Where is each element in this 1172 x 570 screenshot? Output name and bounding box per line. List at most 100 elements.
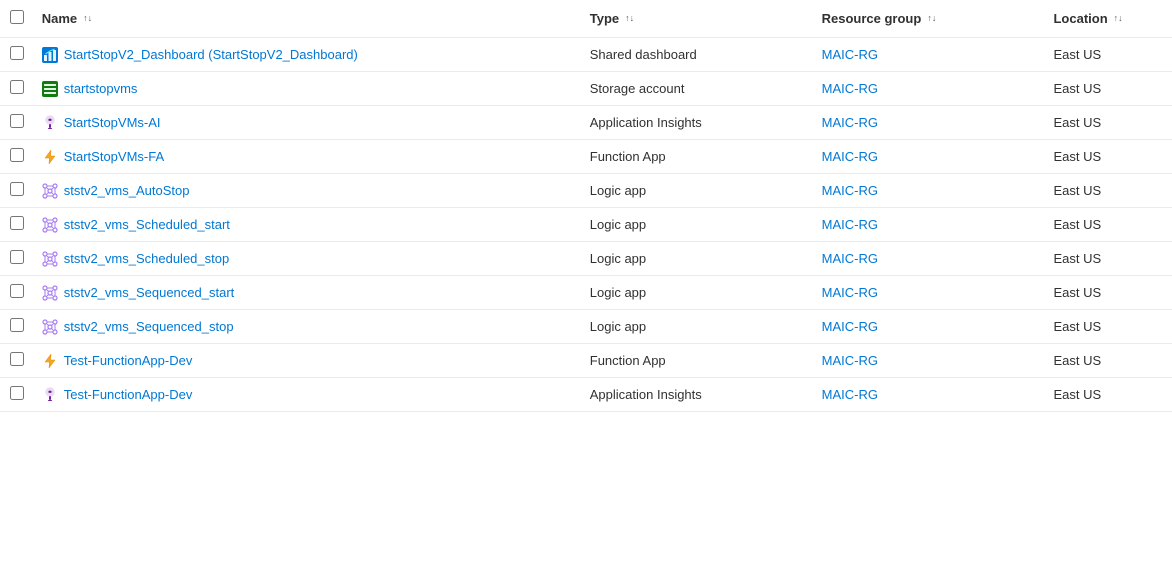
resource-type-cell: Storage account bbox=[582, 72, 814, 106]
location-cell: East US bbox=[1045, 140, 1172, 174]
resource-name-cell: startstopvms bbox=[34, 72, 582, 106]
row-checkbox-3[interactable] bbox=[10, 148, 24, 162]
resource-type-text: Application Insights bbox=[590, 115, 702, 130]
resource-name-text: Test-FunctionApp-Dev bbox=[64, 353, 193, 368]
resource-name-text: ststv2_vms_Sequenced_start bbox=[64, 285, 235, 300]
resource-name-cell: StartStopV2_Dashboard (StartStopV2_Dashb… bbox=[34, 38, 582, 72]
row-checkbox-9[interactable] bbox=[10, 352, 24, 366]
resource-type-text: Shared dashboard bbox=[590, 47, 697, 62]
row-checkbox-cell bbox=[0, 140, 34, 174]
resource-name-link[interactable]: Test-FunctionApp-Dev bbox=[42, 387, 574, 403]
logicapp-icon bbox=[42, 319, 58, 335]
resource-group-link[interactable]: MAIC-RG bbox=[822, 217, 878, 232]
row-checkbox-0[interactable] bbox=[10, 46, 24, 60]
location-text: East US bbox=[1053, 149, 1101, 164]
location-cell: East US bbox=[1045, 242, 1172, 276]
resource-name-cell: StartStopVMs-AI bbox=[34, 106, 582, 140]
resource-group-cell: MAIC-RG bbox=[814, 310, 1046, 344]
row-checkbox-7[interactable] bbox=[10, 284, 24, 298]
location-cell: East US bbox=[1045, 344, 1172, 378]
resource-type-cell: Logic app bbox=[582, 242, 814, 276]
resource-type-text: Function App bbox=[590, 149, 666, 164]
appinsights-icon bbox=[42, 387, 58, 403]
resource-group-cell: MAIC-RG bbox=[814, 106, 1046, 140]
resource-type-cell: Function App bbox=[582, 344, 814, 378]
row-checkbox-10[interactable] bbox=[10, 386, 24, 400]
resource-name-link[interactable]: ststv2_vms_Scheduled_stop bbox=[42, 251, 574, 267]
resource-type-cell: Application Insights bbox=[582, 106, 814, 140]
resource-type-text: Function App bbox=[590, 353, 666, 368]
type-sort-icon[interactable]: ↑↓ bbox=[625, 14, 634, 23]
type-header-label: Type bbox=[590, 11, 619, 26]
resource-group-link[interactable]: MAIC-RG bbox=[822, 285, 878, 300]
resource-name-link[interactable]: ststv2_vms_Scheduled_start bbox=[42, 217, 574, 233]
logicapp-icon bbox=[42, 217, 58, 233]
resource-group-link[interactable]: MAIC-RG bbox=[822, 251, 878, 266]
row-checkbox-cell bbox=[0, 174, 34, 208]
resource-group-link[interactable]: MAIC-RG bbox=[822, 387, 878, 402]
table-row: ststv2_vms_Scheduled_stop Logic app MAIC-R… bbox=[0, 242, 1172, 276]
name-sort-icon[interactable]: ↑↓ bbox=[83, 14, 92, 23]
row-checkbox-4[interactable] bbox=[10, 182, 24, 196]
dashboard-icon bbox=[42, 47, 58, 63]
row-checkbox-6[interactable] bbox=[10, 250, 24, 264]
location-text: East US bbox=[1053, 81, 1101, 96]
resource-type-cell: Shared dashboard bbox=[582, 38, 814, 72]
location-cell: East US bbox=[1045, 72, 1172, 106]
location-cell: East US bbox=[1045, 276, 1172, 310]
resource-name-link[interactable]: StartStopVMs-FA bbox=[42, 149, 574, 165]
table-row: ststv2_vms_Sequenced_start Logic app MAIC-… bbox=[0, 276, 1172, 310]
resource-type-cell: Logic app bbox=[582, 276, 814, 310]
resource-name-link[interactable]: ststv2_vms_Sequenced_start bbox=[42, 285, 574, 301]
logicapp-icon bbox=[42, 251, 58, 267]
location-text: East US bbox=[1053, 319, 1101, 334]
location-cell: East US bbox=[1045, 38, 1172, 72]
resource-name-text: startstopvms bbox=[64, 81, 138, 96]
resource-group-link[interactable]: MAIC-RG bbox=[822, 183, 878, 198]
select-all-header bbox=[0, 0, 34, 38]
resource-name-link[interactable]: Test-FunctionApp-Dev bbox=[42, 353, 574, 369]
location-text: East US bbox=[1053, 217, 1101, 232]
resource-name-cell: Test-FunctionApp-Dev bbox=[34, 378, 582, 412]
functionapp-icon bbox=[42, 353, 58, 369]
row-checkbox-cell bbox=[0, 72, 34, 106]
resource-name-link[interactable]: startstopvms bbox=[42, 81, 574, 97]
row-checkbox-1[interactable] bbox=[10, 80, 24, 94]
resource-name-cell: ststv2_vms_Sequenced_stop bbox=[34, 310, 582, 344]
resource-name-link[interactable]: StartStopVMs-AI bbox=[42, 115, 574, 131]
resource-group-cell: MAIC-RG bbox=[814, 208, 1046, 242]
rg-sort-icon[interactable]: ↑↓ bbox=[927, 14, 936, 23]
rg-column-header: Resource group ↑↓ bbox=[814, 0, 1046, 38]
resource-type-cell: Logic app bbox=[582, 208, 814, 242]
resource-type-text: Logic app bbox=[590, 285, 646, 300]
table-row: Test-FunctionApp-DevApplication Insights… bbox=[0, 378, 1172, 412]
resource-group-cell: MAIC-RG bbox=[814, 38, 1046, 72]
type-column-header: Type ↑↓ bbox=[582, 0, 814, 38]
row-checkbox-5[interactable] bbox=[10, 216, 24, 230]
location-text: East US bbox=[1053, 115, 1101, 130]
resource-group-cell: MAIC-RG bbox=[814, 140, 1046, 174]
resource-name-link[interactable]: ststv2_vms_AutoStop bbox=[42, 183, 574, 199]
resource-group-link[interactable]: MAIC-RG bbox=[822, 319, 878, 334]
resource-group-link[interactable]: MAIC-RG bbox=[822, 47, 878, 62]
resource-group-link[interactable]: MAIC-RG bbox=[822, 81, 878, 96]
row-checkbox-2[interactable] bbox=[10, 114, 24, 128]
location-text: East US bbox=[1053, 353, 1101, 368]
location-sort-icon[interactable]: ↑↓ bbox=[1114, 14, 1123, 23]
resource-name-link[interactable]: StartStopV2_Dashboard (StartStopV2_Dashb… bbox=[42, 47, 574, 63]
location-text: East US bbox=[1053, 47, 1101, 62]
select-all-checkbox[interactable] bbox=[10, 10, 24, 24]
row-checkbox-cell bbox=[0, 106, 34, 140]
resource-group-link[interactable]: MAIC-RG bbox=[822, 149, 878, 164]
location-cell: East US bbox=[1045, 310, 1172, 344]
table-row: Test-FunctionApp-Dev Function App MAIC-RG E… bbox=[0, 344, 1172, 378]
resource-group-link[interactable]: MAIC-RG bbox=[822, 353, 878, 368]
resource-group-link[interactable]: MAIC-RG bbox=[822, 115, 878, 130]
resource-group-cell: MAIC-RG bbox=[814, 174, 1046, 208]
resource-name-link[interactable]: ststv2_vms_Sequenced_stop bbox=[42, 319, 574, 335]
location-text: East US bbox=[1053, 387, 1101, 402]
row-checkbox-8[interactable] bbox=[10, 318, 24, 332]
resource-name-cell: ststv2_vms_Scheduled_start bbox=[34, 208, 582, 242]
row-checkbox-cell bbox=[0, 38, 34, 72]
location-cell: East US bbox=[1045, 106, 1172, 140]
